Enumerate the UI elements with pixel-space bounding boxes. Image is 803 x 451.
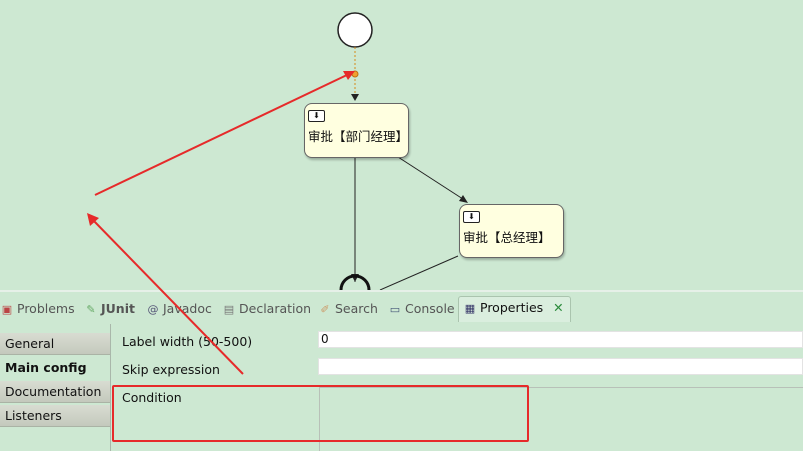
section-tab-general[interactable]: General <box>0 333 110 355</box>
skip-expression-label: Skip expression <box>122 362 220 377</box>
task-node-dept-manager[interactable]: ⬇ 审批【部门经理】 <box>304 103 409 158</box>
property-sections-sidebar: General Main config Documentation Listen… <box>0 324 111 451</box>
problems-icon: ▣ <box>1 303 13 316</box>
label-width-input[interactable]: 0 <box>318 331 803 348</box>
sidebar-divider <box>110 324 111 451</box>
tab-javadoc[interactable]: @ Javadoc <box>146 298 212 320</box>
task-label: 审批【总经理】 <box>463 230 551 245</box>
sequence-flow-task2-to-end[interactable] <box>379 255 459 290</box>
tab-problems[interactable]: ▣ Problems <box>0 298 75 320</box>
section-tab-documentation[interactable]: Documentation <box>0 381 110 403</box>
task-node-general-manager[interactable]: ⬇ 审批【总经理】 <box>459 204 564 258</box>
tab-junit[interactable]: ✎ JUnit <box>84 298 135 320</box>
user-task-icon: ⬇ <box>308 110 325 122</box>
tab-properties[interactable]: ▦ Properties ✕ <box>458 296 571 322</box>
search-icon: ✐ <box>320 303 330 316</box>
properties-icon: ▦ <box>464 302 476 315</box>
task-label: 审批【部门经理】 <box>308 129 409 144</box>
process-diagram-canvas[interactable]: ⬇ 审批【部门经理】 ⬇ 审批【总经理】 <box>0 0 803 290</box>
tab-console[interactable]: ▭ Console <box>388 298 455 320</box>
flow-handle[interactable] <box>351 70 359 78</box>
junit-icon: ✎ <box>86 303 96 316</box>
javadoc-icon: @ <box>147 303 159 316</box>
declaration-icon: ▤ <box>223 303 235 316</box>
skip-expression-input[interactable] <box>318 358 803 375</box>
tab-declaration[interactable]: ▤ Declaration <box>222 298 311 320</box>
view-tab-bar: ▣ Problems ✎ JUnit @ Javadoc ▤ Declaration ✐… <box>0 290 803 324</box>
label-width-label: Label width (50-500) <box>122 334 253 349</box>
flow-arrowhead <box>459 195 468 203</box>
annotation-highlight-box <box>112 385 529 442</box>
tab-search[interactable]: ✐ Search <box>318 298 378 320</box>
sequence-flow-to-task2[interactable] <box>397 156 467 202</box>
flow-arrowhead <box>351 94 359 101</box>
section-tab-listeners[interactable]: Listeners <box>0 405 110 427</box>
section-tab-main-config[interactable]: Main config <box>0 357 110 379</box>
console-icon: ▭ <box>389 303 401 316</box>
user-task-icon: ⬇ <box>463 211 480 223</box>
close-icon[interactable]: ✕ <box>553 300 563 315</box>
start-event[interactable] <box>337 12 373 48</box>
